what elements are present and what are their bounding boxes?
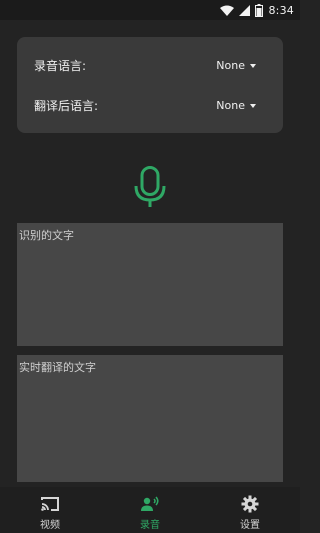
record-voice-icon: [140, 495, 160, 513]
gear-icon: [241, 495, 259, 513]
status-bar: 8:34: [0, 0, 300, 20]
recording-language-value: None: [216, 58, 245, 72]
nav-label-video: 视频: [40, 520, 60, 531]
cast-icon: [40, 495, 60, 513]
nav-label-recording: 录音: [140, 520, 160, 531]
microphone-icon: [134, 166, 166, 207]
dropdown-arrow-icon: [250, 63, 256, 68]
microphone-button[interactable]: [134, 166, 166, 208]
translated-text-area[interactable]: 实时翻译的文字: [17, 355, 283, 482]
translated-language-label: 翻译后语言:: [34, 98, 99, 113]
signal-icon: [239, 4, 251, 16]
recording-language-label: 录音语言:: [34, 58, 87, 73]
translated-language-value: None: [216, 98, 245, 112]
nav-item-recording[interactable]: 录音: [100, 487, 200, 533]
language-settings-card: 录音语言: None 翻译后语言: None: [17, 37, 283, 133]
bottom-navigation: 视频 录音 设置: [0, 487, 300, 533]
translated-language-row: 翻译后语言: None: [34, 95, 256, 115]
recognized-text-placeholder: 识别的文字: [19, 229, 74, 242]
translated-language-dropdown[interactable]: None: [216, 99, 256, 112]
nav-item-settings[interactable]: 设置: [200, 487, 300, 533]
translated-text-placeholder: 实时翻译的文字: [19, 361, 96, 374]
dropdown-arrow-icon: [250, 103, 256, 108]
nav-label-settings: 设置: [240, 520, 260, 531]
recording-language-row: 录音语言: None: [34, 55, 256, 75]
battery-icon: [255, 3, 264, 17]
status-time: 8:34: [268, 3, 294, 17]
recording-language-dropdown[interactable]: None: [216, 59, 256, 72]
recognized-text-area[interactable]: 识别的文字: [17, 223, 283, 346]
wifi-icon: [220, 5, 235, 16]
nav-item-video[interactable]: 视频: [0, 487, 100, 533]
